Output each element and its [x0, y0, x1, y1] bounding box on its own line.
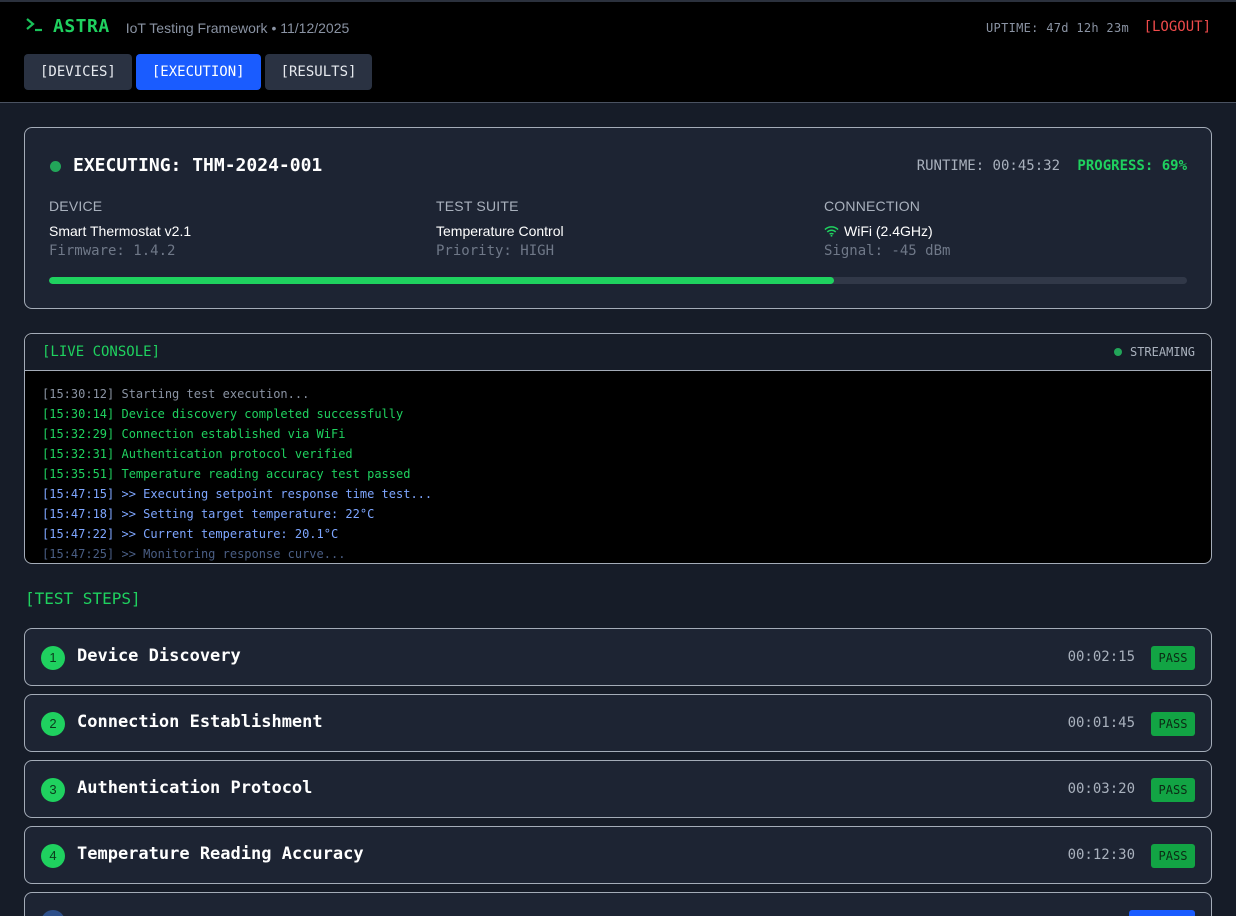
connection-value: WiFi (2.4GHz) [824, 223, 950, 239]
test-suite-name: Temperature Control [436, 223, 564, 239]
execution-status-card: EXECUTING: THM-2024-001 RUNTIME: 00:45:3… [24, 127, 1212, 309]
step-status-badge: PASS [1151, 646, 1195, 670]
step-status-badge: PASS [1151, 712, 1195, 736]
step-number: 2 [41, 712, 65, 736]
device-info: DEVICE Smart Thermostat v2.1 Firmware: 1… [49, 198, 191, 259]
streaming-dot-icon [1113, 348, 1122, 356]
tab-results[interactable]: [RESULTS] [264, 54, 373, 90]
step-number: 1 [41, 646, 65, 670]
console-line: [15:32:29] Connection established via Wi… [42, 427, 346, 441]
step-duration: 00:01:45 [1067, 715, 1135, 731]
logout-button[interactable]: [LOGOUT] [1144, 19, 1211, 35]
device-name: Smart Thermostat v2.1 [49, 223, 192, 239]
console-line: [15:47:25] >> Monitoring response curve.… [42, 547, 346, 561]
step-number: 4 [41, 844, 65, 868]
console-line: [15:47:18] >> Setting target temperature… [42, 507, 375, 521]
runtime-readout: RUNTIME: 00:45:32 [916, 158, 1060, 174]
tab-devices[interactable]: [DEVICES] [24, 54, 132, 90]
connection-info: CONNECTION WiFi (2.4GHz) Signal: -45 dBm [824, 198, 950, 259]
brand-subtitle: IoT Testing Framework • 11/12/2025 [125, 19, 350, 36]
step-number [41, 910, 65, 916]
progress-bar-fill [49, 277, 835, 284]
step-row-partial[interactable] [24, 892, 1212, 916]
progress-bar [49, 277, 1187, 284]
brand: ASTRA IoT Testing Framework • 11/12/2025 [25, 16, 349, 37]
console-line: [15:30:12] Starting test execution... [42, 387, 310, 401]
test-suite-info: TEST SUITE Temperature Control Priority:… [436, 198, 564, 259]
execution-title: EXECUTING: THM-2024-001 [73, 155, 323, 176]
device-label: DEVICE [49, 198, 103, 214]
wifi-icon [824, 226, 839, 237]
connection-label: CONNECTION [824, 198, 921, 214]
priority-value: Priority: HIGH [436, 243, 555, 259]
test-steps-title: [TEST STEPS] [25, 589, 141, 608]
console-line: [15:30:14] Device discovery completed su… [42, 407, 404, 421]
streaming-status: STREAMING [1113, 345, 1195, 359]
step-row[interactable]: 4 Temperature Reading Accuracy 00:12:30 PAS… [24, 826, 1212, 884]
console-title: [LIVE CONSOLE] [42, 344, 161, 360]
step-row[interactable]: 2 Connection Establishment 00:01:45 PASS [24, 694, 1212, 752]
step-duration: 00:12:30 [1067, 847, 1135, 863]
step-name: Connection Establishment [77, 712, 323, 732]
terminal-prompt-icon [25, 16, 47, 37]
console-line: [15:35:51] Temperature reading accuracy … [42, 467, 411, 481]
test-suite-label: TEST SUITE [436, 198, 519, 214]
step-number: 3 [41, 778, 65, 802]
live-console: [LIVE CONSOLE] STREAMING [15:30:12] Star… [24, 333, 1212, 564]
console-line: [15:32:31] Authentication protocol verif… [42, 447, 353, 461]
step-name: Temperature Reading Accuracy [77, 844, 364, 864]
status-indicator-dot [50, 161, 61, 172]
connection-type: WiFi (2.4GHz) [844, 223, 933, 239]
tab-execution[interactable]: [EXECUTION] [135, 54, 261, 90]
step-name: Authentication Protocol [77, 778, 313, 798]
app-header: ASTRA IoT Testing Framework • 11/12/2025… [0, 0, 1236, 103]
progress-readout: PROGRESS: 69% [1077, 158, 1187, 174]
step-duration: 00:03:20 [1067, 781, 1135, 797]
console-line: [15:47:15] >> Executing setpoint respons… [42, 487, 433, 501]
step-row[interactable]: 3 Authentication Protocol 00:03:20 PASS [24, 760, 1212, 818]
step-duration: 00:02:15 [1067, 649, 1135, 665]
step-status-badge: PASS [1151, 844, 1195, 868]
streaming-label: STREAMING [1129, 345, 1195, 359]
console-header: [LIVE CONSOLE] STREAMING [25, 334, 1211, 371]
step-name: Device Discovery [77, 646, 241, 666]
step-row[interactable]: 1 Device Discovery 00:02:15 PASS [24, 628, 1212, 686]
brand-name: ASTRA [53, 16, 110, 37]
signal-strength: Signal: -45 dBm [824, 243, 951, 259]
uptime-readout: UPTIME: 47d 12h 23m [986, 21, 1129, 35]
console-line: [15:47:22] >> Current temperature: 20.1°… [42, 527, 339, 541]
firmware-version: Firmware: 1.4.2 [49, 243, 176, 259]
console-log[interactable]: [15:30:12] Starting test execution... [15… [25, 371, 1211, 563]
main-tabs: [DEVICES] [EXECUTION] [RESULTS] [24, 54, 373, 90]
step-status-badge [1129, 910, 1195, 916]
step-status-badge: PASS [1151, 778, 1195, 802]
